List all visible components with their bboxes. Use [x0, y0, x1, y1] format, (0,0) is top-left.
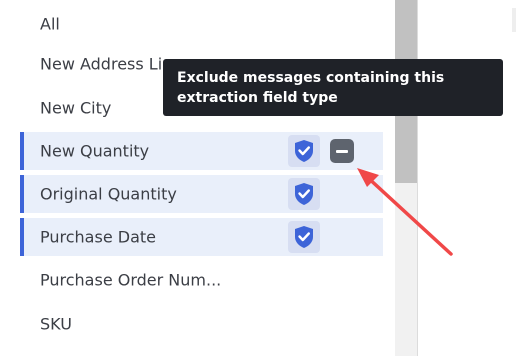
list-item-purchase-order-number[interactable]: Purchase Order Num...	[20, 261, 383, 299]
list-item-new-quantity[interactable]: New Quantity	[20, 132, 383, 170]
tooltip-text: Exclude messages containing this extract…	[177, 70, 445, 106]
minus-square-icon	[336, 149, 348, 153]
field-type-list: All New Address Line New City New Quanti…	[0, 0, 395, 356]
scrollbar-track[interactable]	[395, 0, 417, 356]
list-item-all[interactable]: All	[20, 5, 383, 43]
list-item-label: New Address Line	[40, 54, 183, 74]
include-checkbox[interactable]	[288, 221, 320, 253]
shield-check-icon	[295, 183, 313, 205]
include-checkbox[interactable]	[288, 178, 320, 210]
shield-check-icon	[295, 226, 313, 248]
list-item-label: Original Quantity	[40, 184, 177, 204]
include-checkbox[interactable]	[288, 135, 320, 167]
exclude-tooltip: Exclude messages containing this extract…	[163, 59, 503, 116]
shield-check-icon	[295, 140, 313, 162]
list-item-label: SKU	[40, 314, 72, 334]
list-item-sku[interactable]: SKU	[20, 305, 383, 343]
list-item-purchase-date[interactable]: Purchase Date	[20, 218, 383, 256]
list-item-label: Purchase Date	[40, 227, 156, 247]
exclude-button[interactable]	[330, 139, 354, 163]
list-item-label: All	[40, 14, 60, 34]
list-item-label: New City	[40, 98, 112, 118]
right-panel-edge	[512, 8, 516, 32]
list-item-label: Purchase Order Num...	[40, 270, 222, 290]
list-item-original-quantity[interactable]: Original Quantity	[20, 175, 383, 213]
panel-divider	[417, 0, 418, 356]
list-item-label: New Quantity	[40, 141, 150, 161]
